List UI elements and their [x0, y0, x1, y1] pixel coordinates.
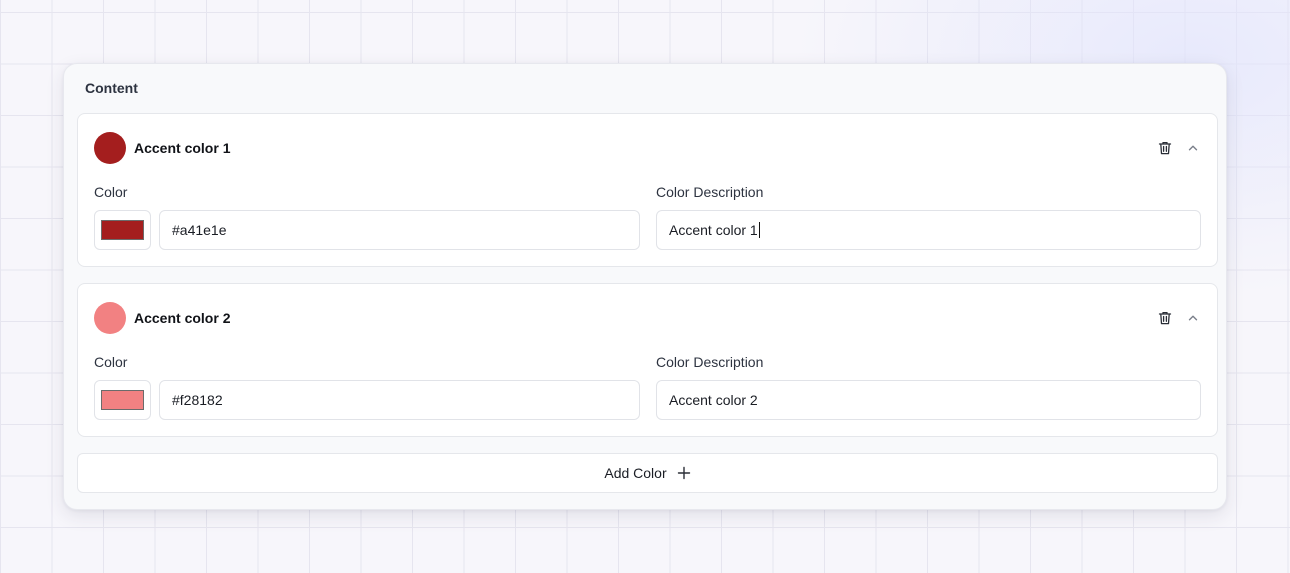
color-card: Accent color 2 Color Color Description #… [77, 283, 1218, 437]
color-picker-swatch [101, 390, 144, 410]
hex-input[interactable]: #f28182 [159, 380, 640, 420]
color-swatch-circle [94, 132, 126, 164]
text-caret [758, 222, 760, 238]
plus-icon [677, 466, 690, 480]
hex-value: #a41e1e [172, 222, 227, 238]
color-swatch-circle [94, 302, 126, 334]
hex-value: #f28182 [172, 392, 223, 408]
add-color-label: Add Color [604, 465, 667, 481]
trash-icon[interactable] [1157, 140, 1173, 156]
description-value: Accent color 2 [669, 392, 758, 408]
description-value: Accent color 1 [669, 222, 758, 238]
color-picker-button[interactable] [94, 210, 151, 250]
panel-title: Content [85, 80, 138, 96]
color-card-title: Accent color 1 [134, 140, 231, 156]
color-description-input[interactable]: Accent color 1 [656, 210, 1201, 250]
color-picker-swatch [101, 220, 144, 240]
chevron-up-icon[interactable] [1186, 141, 1200, 155]
hex-input[interactable]: #a41e1e [159, 210, 640, 250]
color-card-title: Accent color 2 [134, 310, 231, 326]
color-card: Accent color 1 Color Color Description #… [77, 113, 1218, 267]
trash-icon[interactable] [1157, 310, 1173, 326]
chevron-up-icon[interactable] [1186, 311, 1200, 325]
color-label: Color [94, 184, 128, 200]
color-description-input[interactable]: Accent color 2 [656, 380, 1201, 420]
color-picker-button[interactable] [94, 380, 151, 420]
add-color-button[interactable]: Add Color [77, 453, 1218, 493]
content-panel: Content Accent color 1 Color Color Descr… [63, 63, 1227, 510]
color-description-label: Color Description [656, 354, 764, 370]
color-description-label: Color Description [656, 184, 764, 200]
color-label: Color [94, 354, 128, 370]
